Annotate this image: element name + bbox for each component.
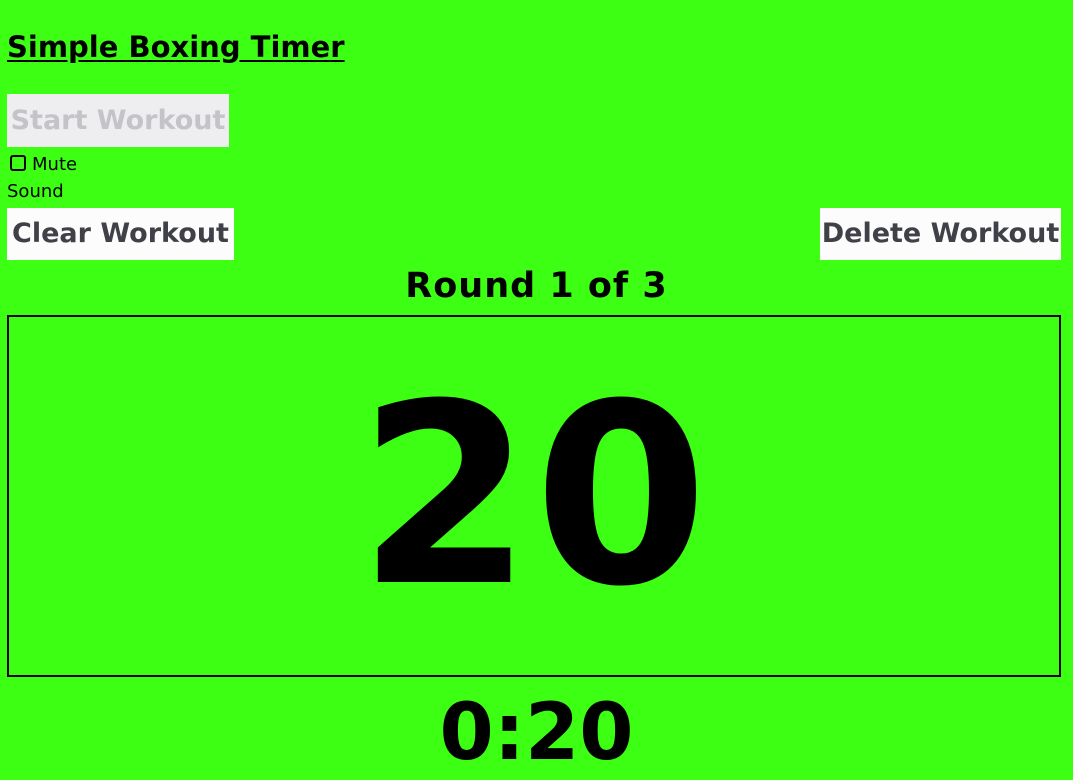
start-workout-button[interactable]: Start Workout: [7, 94, 229, 147]
mute-toggle[interactable]: Mute: [10, 150, 150, 180]
page-title: Simple Boxing Timer: [7, 30, 345, 64]
mute-label: Mute: [32, 154, 78, 175]
mute-checkbox[interactable]: [10, 155, 26, 171]
round-indicator: Round 1 of 3: [405, 266, 668, 306]
countdown-value: 20: [358, 350, 710, 641]
countdown-panel: 20: [7, 315, 1061, 677]
timer-clock: 0:20: [439, 688, 634, 778]
boxing-timer-page: Simple Boxing Timer Start Workout Mute S…: [0, 0, 1073, 780]
sound-label: Sound: [7, 181, 64, 202]
delete-workout-button[interactable]: Delete Workout: [820, 208, 1061, 260]
clear-workout-button[interactable]: Clear Workout: [7, 208, 234, 260]
